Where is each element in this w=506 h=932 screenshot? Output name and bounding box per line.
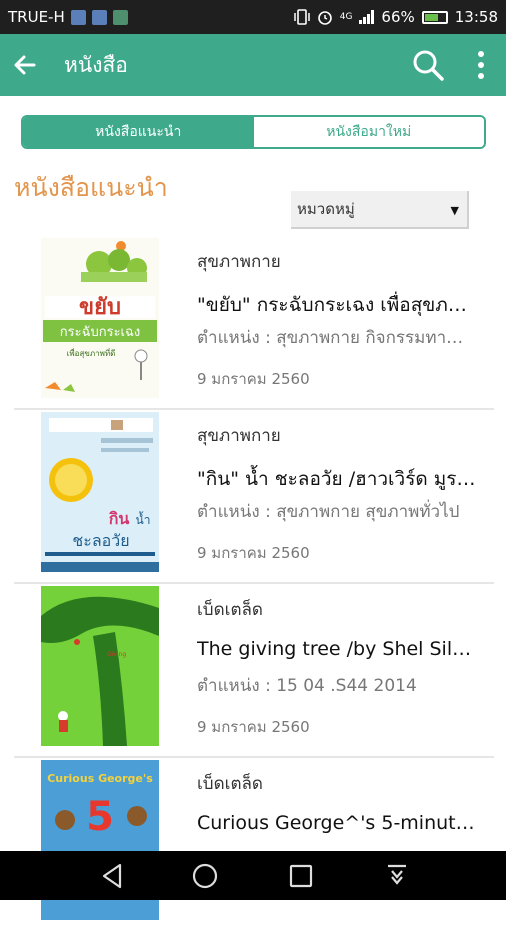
book-list-item[interactable]: ขยับ กระฉับกระเฉง เพื่อสุขภาพที่ดี สุขภา… xyxy=(0,236,506,410)
battery-icon xyxy=(421,10,448,24)
status-bar: TRUE-H 4G 66% 13:58 xyxy=(0,0,506,34)
book-location: ตำแหน่ง : สุขภาพกาย กิจกรรมทางกาย xyxy=(197,328,469,348)
book-location: ตำแหน่ง : สุขภาพกาย สุขภาพทั่วไป xyxy=(197,502,460,522)
category-dropdown[interactable]: หมวดหมู่ ▼ xyxy=(291,191,469,229)
tab-recommended[interactable]: หนังสือแนะนำ xyxy=(23,117,254,147)
gallery-icon xyxy=(112,9,128,25)
book-category: เบ็ดเตล็ด xyxy=(197,774,263,794)
book-cover-image: Giving xyxy=(41,586,159,746)
book-cover-image: ขยับ กระฉับกระเฉง เพื่อสุขภาพที่ดี xyxy=(41,238,159,398)
book-list-item[interactable]: กิน น้ำ ชะลอวัย สุขภาพกาย "กิน" น้ำ ชะลอ… xyxy=(0,410,506,584)
book-title: "ขยับ" กระฉับกระเฉง เพื่อสุขภาพที่ดี xyxy=(197,294,477,316)
book-date: 9 มกราคม 2560 xyxy=(197,370,310,388)
more-vert-icon[interactable] xyxy=(470,47,492,83)
category-dropdown-value: หมวดหมู่ xyxy=(297,200,355,218)
book-category: สุขภาพกาย xyxy=(197,252,281,272)
book-list-item[interactable]: Curious George's 5 เบ็ดเตล็ด Curious Geo… xyxy=(0,758,506,932)
messenger-icon xyxy=(70,9,86,25)
book-category: สุขภาพกาย xyxy=(197,426,281,446)
facebook-icon xyxy=(91,9,107,25)
book-title: The giving tree /by Shel Silverstein xyxy=(197,638,477,660)
dropdown-caret-icon: ▼ xyxy=(450,204,459,217)
app-bar: หนังสือ xyxy=(0,34,506,96)
search-icon[interactable] xyxy=(410,47,446,83)
battery-percent: 66% xyxy=(381,8,415,26)
tab-new-books[interactable]: หนังสือมาใหม่ xyxy=(253,117,484,147)
book-list: ขยับ กระฉับกระเฉง เพื่อสุขภาพที่ดี สุขภา… xyxy=(0,236,506,932)
book-title: Curious George^'s 5-minute stories xyxy=(197,812,477,834)
svg-text:กระฉับกระเฉง: กระฉับกระเฉง xyxy=(60,325,140,340)
book-title: "กิน" น้ำ ชะลอวัย /ฮาวเวิร์ด มูราด xyxy=(197,468,477,490)
section-title: หนังสือแนะนำ xyxy=(14,173,168,202)
svg-text:Giving: Giving xyxy=(107,651,126,658)
book-list-item[interactable]: Giving เบ็ดเตล็ด The giving tree /by She… xyxy=(0,584,506,758)
svg-text:เพื่อสุขภาพที่ดี: เพื่อสุขภาพที่ดี xyxy=(67,347,116,358)
book-location: ตำแหน่ง : 15 04 .S44 2014 xyxy=(197,676,417,696)
back-triangle-icon[interactable] xyxy=(99,863,125,889)
svg-text:ชะลอวัย: ชะลอวัย xyxy=(72,531,129,550)
svg-text:Curious George's: Curious George's xyxy=(47,772,153,785)
book-category: เบ็ดเตล็ด xyxy=(197,600,263,620)
notification-pull-icon[interactable] xyxy=(384,863,410,889)
home-circle-icon[interactable] xyxy=(192,863,218,889)
back-arrow-icon[interactable] xyxy=(2,34,48,96)
svg-text:5: 5 xyxy=(86,794,114,840)
alarm-icon xyxy=(317,11,332,25)
svg-text:ขยับ: ขยับ xyxy=(79,295,121,320)
book-date: 9 มกราคม 2560 xyxy=(197,718,310,736)
network-type-label: 4G xyxy=(339,12,353,22)
svg-text:น้ำ: น้ำ xyxy=(136,511,151,527)
clock: 13:58 xyxy=(454,8,498,26)
book-date: 9 มกราคม 2560 xyxy=(197,544,310,562)
vibrate-icon xyxy=(293,9,310,25)
system-nav-bar xyxy=(0,851,506,900)
carrier-label: TRUE-H xyxy=(8,8,65,26)
recents-square-icon[interactable] xyxy=(288,863,314,889)
page-title: หนังสือ xyxy=(64,52,128,77)
signal-icon xyxy=(359,10,375,24)
tab-bar: หนังสือแนะนำ หนังสือมาใหม่ xyxy=(21,115,486,149)
svg-text:กิน: กิน xyxy=(108,509,129,528)
book-cover-image: กิน น้ำ ชะลอวัย xyxy=(41,412,159,572)
